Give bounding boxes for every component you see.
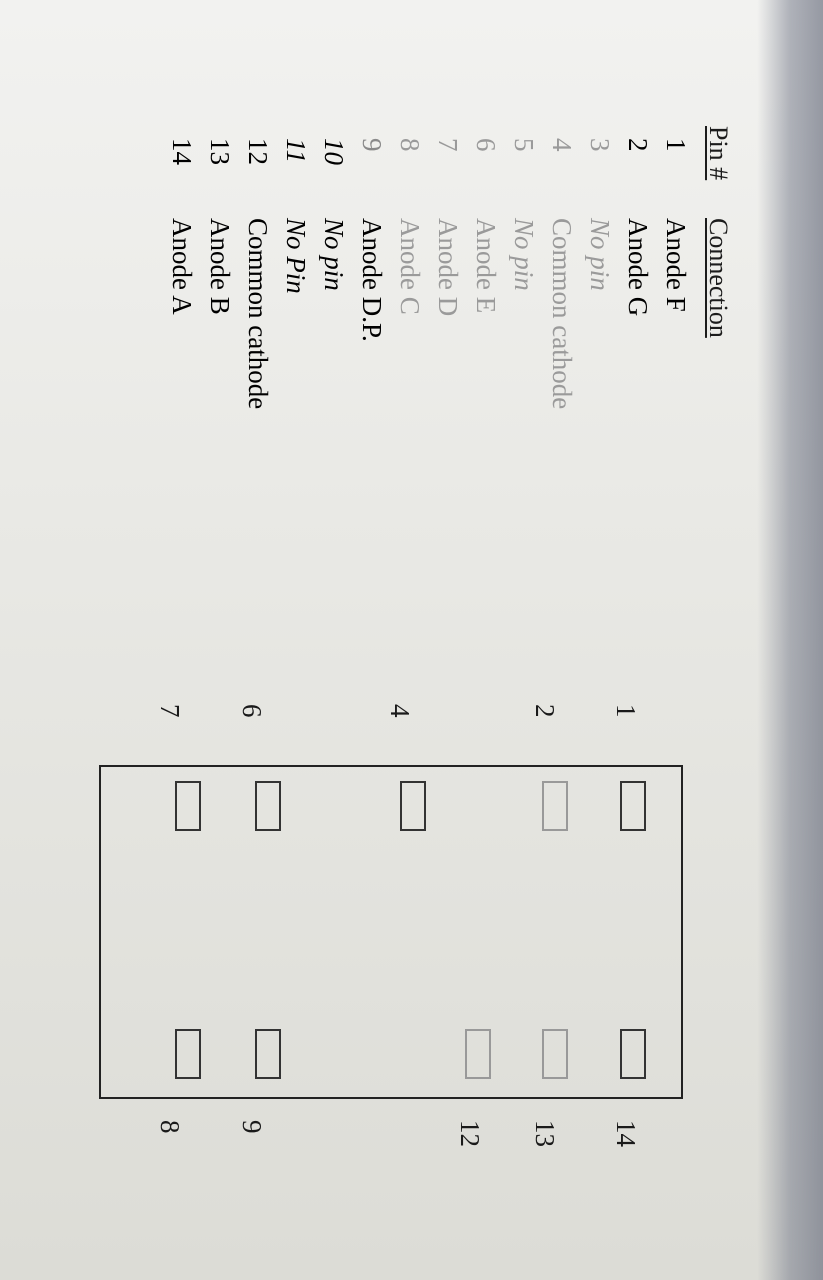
pin-number: 7 xyxy=(433,138,463,152)
pin-pad xyxy=(620,1029,646,1079)
pin-connection: Common cathode xyxy=(243,218,273,410)
pin-number: 9 xyxy=(357,138,387,152)
pin-label-left: 6 xyxy=(237,704,267,718)
pin-connection: No Pin xyxy=(281,218,311,294)
pin-number: 6 xyxy=(471,138,501,152)
connection-header: Connection xyxy=(704,218,733,338)
pin-pad xyxy=(400,781,426,831)
pin-connection: Common cathode xyxy=(547,218,577,410)
pin-label-left: 2 xyxy=(530,704,560,718)
pin-number: 5 xyxy=(509,138,539,152)
pin-connection: Anode B xyxy=(205,218,235,315)
pin-label-left: 7 xyxy=(155,704,185,718)
pin-pad xyxy=(620,781,646,831)
pin-number: 13 xyxy=(205,138,235,165)
pin-connection: Anode F xyxy=(661,218,691,312)
pin-connection: Anode D.P. xyxy=(357,218,387,342)
pin-label-left: 1 xyxy=(611,704,641,718)
pin-header: Pin # xyxy=(704,126,733,181)
pin-pad xyxy=(542,1029,568,1079)
pin-label-right: 9 xyxy=(237,1120,267,1134)
pin-connection: No pin xyxy=(319,218,349,291)
pin-number: 12 xyxy=(243,138,273,165)
pin-pad xyxy=(465,1029,491,1079)
pin-number: 8 xyxy=(395,138,425,152)
pin-connection: Anode G xyxy=(623,218,653,317)
pin-pad xyxy=(175,1029,201,1079)
pin-number: 14 xyxy=(167,138,197,165)
pin-number: 4 xyxy=(547,138,577,152)
pin-number: 11 xyxy=(281,138,311,163)
pin-label-right: 13 xyxy=(530,1120,560,1147)
pin-connection: Anode C xyxy=(395,218,425,315)
pin-number: 10 xyxy=(319,138,349,165)
pin-connection: No pin xyxy=(585,218,615,291)
pin-number: 2 xyxy=(623,138,653,152)
rotated-document-page: Pin # Connection 1 Anode F 2 Anode G 3 N… xyxy=(0,0,823,1280)
pin-pad xyxy=(542,781,568,831)
pin-connection: Anode D xyxy=(433,218,463,317)
pin-pad xyxy=(255,1029,281,1079)
pin-pad xyxy=(255,781,281,831)
pin-label-right: 14 xyxy=(611,1120,641,1147)
pin-number: 1 xyxy=(661,138,691,152)
pin-connection: Anode A xyxy=(167,218,197,315)
pin-connection: No pin xyxy=(509,218,539,291)
display-outline xyxy=(99,765,683,1099)
pin-number: 3 xyxy=(585,138,615,152)
pinout-diagram: 1 2 4 6 7 14 13 12 9 8 xyxy=(0,620,823,1180)
pin-connection: Anode E xyxy=(471,218,501,314)
pin-pad xyxy=(175,781,201,831)
pin-label-left: 4 xyxy=(385,704,415,718)
pin-label-right: 12 xyxy=(455,1120,485,1147)
pin-label-right: 8 xyxy=(155,1120,185,1134)
